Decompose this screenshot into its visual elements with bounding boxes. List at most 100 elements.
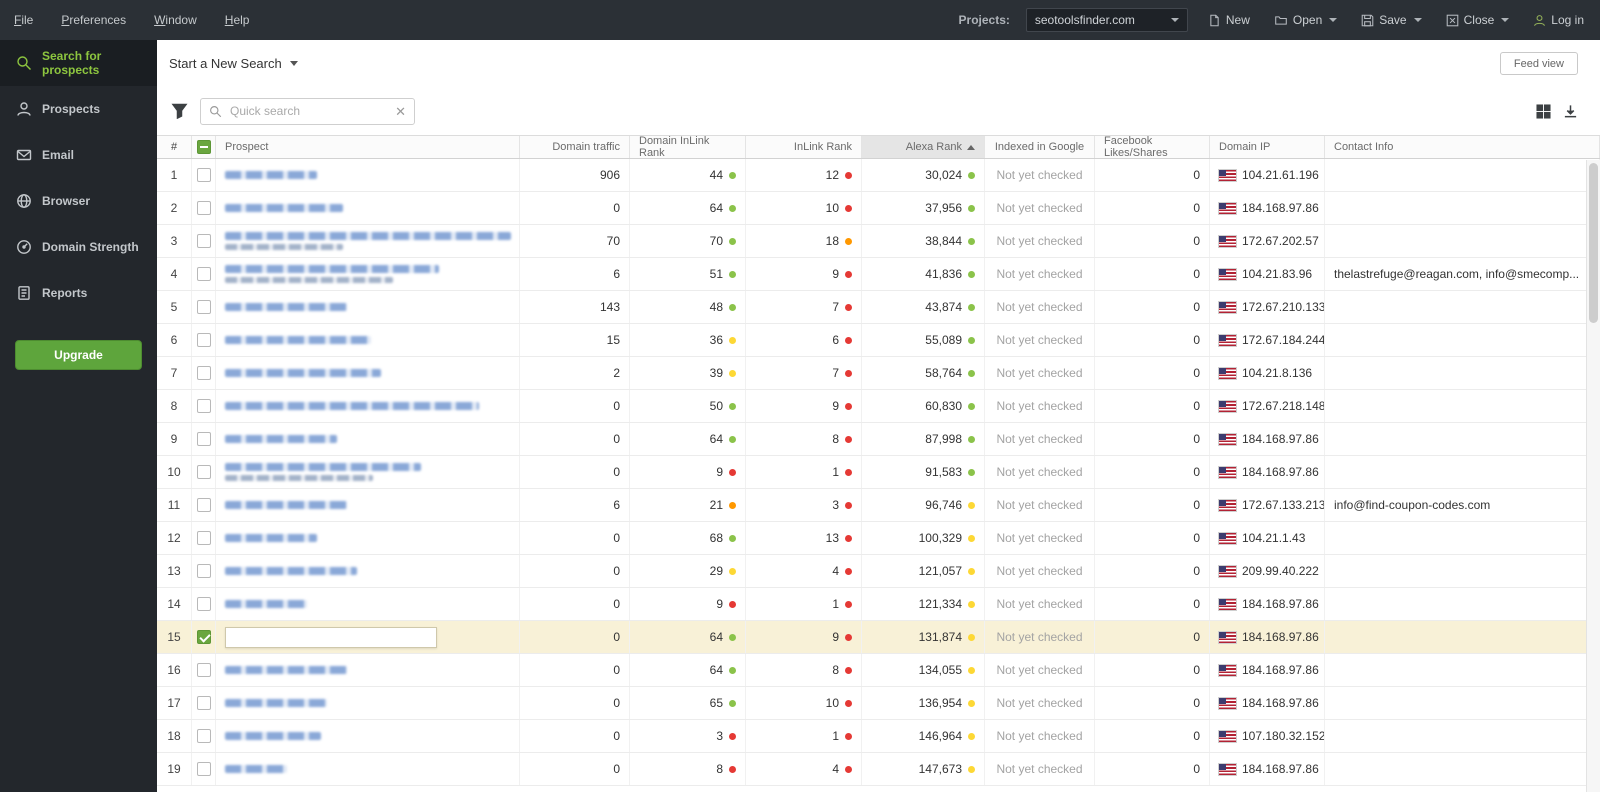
cell-prospect[interactable] — [216, 192, 520, 224]
redacted-prospect-link[interactable] — [225, 265, 439, 273]
quick-search-input[interactable] — [228, 103, 390, 119]
table-row[interactable]: 9 0 64 8 87,998 Not yet checked 0 184.16… — [157, 423, 1600, 456]
redacted-prospect-link[interactable] — [225, 666, 347, 674]
table-row[interactable]: 7 2 39 7 58,764 Not yet checked 0 104.21… — [157, 357, 1600, 390]
redacted-prospect-link[interactable] — [225, 534, 317, 542]
start-new-search-dropdown[interactable]: Start a New Search — [169, 56, 298, 71]
menu-help[interactable]: Help — [225, 13, 250, 27]
cell-prospect[interactable] — [216, 159, 520, 191]
row-checkbox[interactable] — [196, 366, 211, 380]
cell-prospect[interactable] — [216, 720, 520, 752]
table-row[interactable]: 4 6 51 9 41,836 Not yet checked 0 104.21… — [157, 258, 1600, 291]
cell-prospect[interactable] — [216, 753, 520, 785]
table-row[interactable]: 16 0 64 8 134,055 Not yet checked 0 184.… — [157, 654, 1600, 687]
cell-prospect[interactable] — [216, 258, 520, 290]
menu-preferences[interactable]: Preferences — [61, 13, 126, 27]
row-checkbox[interactable] — [196, 663, 211, 677]
project-dropdown[interactable]: seotoolsfinder.com — [1025, 8, 1188, 32]
column-header-facebook-likes-shares[interactable]: Facebook Likes/Shares — [1095, 135, 1210, 159]
cell-prospect[interactable] — [216, 390, 520, 422]
cell-prospect[interactable] — [216, 489, 520, 521]
filter-icon[interactable] — [171, 103, 188, 119]
cell-prospect[interactable] — [216, 225, 520, 257]
cell-prospect[interactable] — [216, 456, 520, 488]
table-row[interactable]: 10 0 9 1 91,583 Not yet checked 0 184.16… — [157, 456, 1600, 489]
row-checkbox[interactable] — [196, 498, 211, 512]
table-row[interactable]: 3 70 70 18 38,844 Not yet checked 0 172.… — [157, 225, 1600, 258]
cell-prospect[interactable] — [216, 423, 520, 455]
row-checkbox[interactable] — [196, 399, 211, 413]
redacted-prospect-link[interactable] — [225, 402, 479, 410]
row-checkbox[interactable] — [196, 333, 211, 347]
grid-view-icon[interactable] — [1536, 103, 1551, 119]
new-project-button[interactable]: New — [1204, 13, 1254, 27]
log-in-button[interactable]: Log in — [1529, 13, 1588, 27]
cell-prospect[interactable] — [216, 654, 520, 686]
sidebar-item-domain-strength[interactable]: Domain Strength — [0, 224, 157, 270]
table-row[interactable]: 19 0 8 4 147,673 Not yet checked 0 184.1… — [157, 753, 1600, 786]
cell-prospect[interactable] — [216, 357, 520, 389]
table-row[interactable]: 2 0 64 10 37,956 Not yet checked 0 184.1… — [157, 192, 1600, 225]
select-all-checkbox[interactable] — [196, 140, 211, 154]
redacted-prospect-link[interactable] — [225, 171, 317, 179]
download-export-icon[interactable] — [1563, 104, 1578, 119]
sidebar-item-browser[interactable]: Browser — [0, 178, 157, 224]
row-checkbox[interactable] — [196, 729, 211, 743]
cell-prospect[interactable] — [216, 555, 520, 587]
column-header-alexa-rank[interactable]: Alexa Rank — [862, 136, 985, 158]
cell-prospect[interactable] — [216, 291, 520, 323]
redacted-prospect-link[interactable] — [225, 567, 357, 575]
table-row[interactable]: 1 906 44 12 30,024 Not yet checked 0 104… — [157, 159, 1600, 192]
menu-window[interactable]: Window — [154, 13, 197, 27]
redacted-prospect-link[interactable] — [225, 232, 511, 240]
redacted-prospect-link[interactable] — [225, 600, 307, 608]
table-row[interactable]: 8 0 50 9 60,830 Not yet checked 0 172.67… — [157, 390, 1600, 423]
redacted-prospect-link[interactable] — [225, 204, 343, 212]
column-header-indexed-in-google[interactable]: Indexed in Google — [985, 136, 1095, 158]
row-checkbox[interactable] — [196, 201, 211, 215]
redacted-prospect-link[interactable] — [225, 336, 371, 344]
row-checkbox[interactable] — [196, 432, 211, 446]
row-checkbox[interactable] — [196, 300, 211, 314]
column-header-index[interactable]: # — [157, 136, 192, 158]
sidebar-item-prospects[interactable]: Prospects — [0, 86, 157, 132]
menu-file[interactable]: File — [14, 13, 33, 27]
redacted-prospect-link[interactable] — [225, 435, 337, 443]
upgrade-button[interactable]: Upgrade — [15, 340, 142, 370]
sidebar-item-reports[interactable]: Reports — [0, 270, 157, 316]
row-checkbox[interactable] — [196, 597, 211, 611]
redacted-prospect-link[interactable] — [225, 463, 421, 471]
row-checkbox[interactable] — [196, 234, 211, 248]
row-checkbox[interactable] — [196, 630, 211, 644]
row-checkbox[interactable] — [196, 762, 211, 776]
save-project-button[interactable]: Save — [1357, 13, 1425, 27]
close-project-button[interactable]: Close — [1442, 13, 1514, 27]
redacted-prospect-link[interactable] — [225, 699, 327, 707]
table-row[interactable]: 5 143 48 7 43,874 Not yet checked 0 172.… — [157, 291, 1600, 324]
cell-prospect[interactable] — [216, 324, 520, 356]
redacted-prospect-link[interactable] — [225, 303, 347, 311]
cell-prospect[interactable] — [216, 522, 520, 554]
redacted-prospect-link[interactable] — [225, 732, 321, 740]
table-row[interactable]: 11 6 21 3 96,746 Not yet checked 0 172.6… — [157, 489, 1600, 522]
row-checkbox[interactable] — [196, 168, 211, 182]
column-header-domain-traffic[interactable]: Domain traffic — [520, 136, 630, 158]
sidebar-item-email[interactable]: Email — [0, 132, 157, 178]
table-row[interactable]: 17 0 65 10 136,954 Not yet checked 0 184… — [157, 687, 1600, 720]
clear-search-icon[interactable]: ✕ — [395, 105, 406, 118]
prospect-edit-box[interactable] — [225, 626, 437, 648]
table-row[interactable]: 15 0 64 9 131,874 Not yet checked 0 184.… — [157, 621, 1600, 654]
row-checkbox[interactable] — [196, 267, 211, 281]
table-row[interactable]: 18 0 3 1 146,964 Not yet checked 0 107.1… — [157, 720, 1600, 753]
column-header-domain-ip[interactable]: Domain IP — [1210, 136, 1325, 158]
scrollbar-thumb[interactable] — [1589, 163, 1598, 323]
table-row[interactable]: 14 0 9 1 121,334 Not yet checked 0 184.1… — [157, 588, 1600, 621]
table-row[interactable]: 12 0 68 13 100,329 Not yet checked 0 104… — [157, 522, 1600, 555]
table-row[interactable]: 13 0 29 4 121,057 Not yet checked 0 209.… — [157, 555, 1600, 588]
cell-prospect[interactable] — [216, 687, 520, 719]
redacted-prospect-link[interactable] — [225, 765, 287, 773]
row-checkbox[interactable] — [196, 696, 211, 710]
table-row[interactable]: 6 15 36 6 55,089 Not yet checked 0 172.6… — [157, 324, 1600, 357]
row-checkbox[interactable] — [196, 531, 211, 545]
sidebar-item-search-for-prospects[interactable]: Search for prospects — [0, 40, 157, 86]
